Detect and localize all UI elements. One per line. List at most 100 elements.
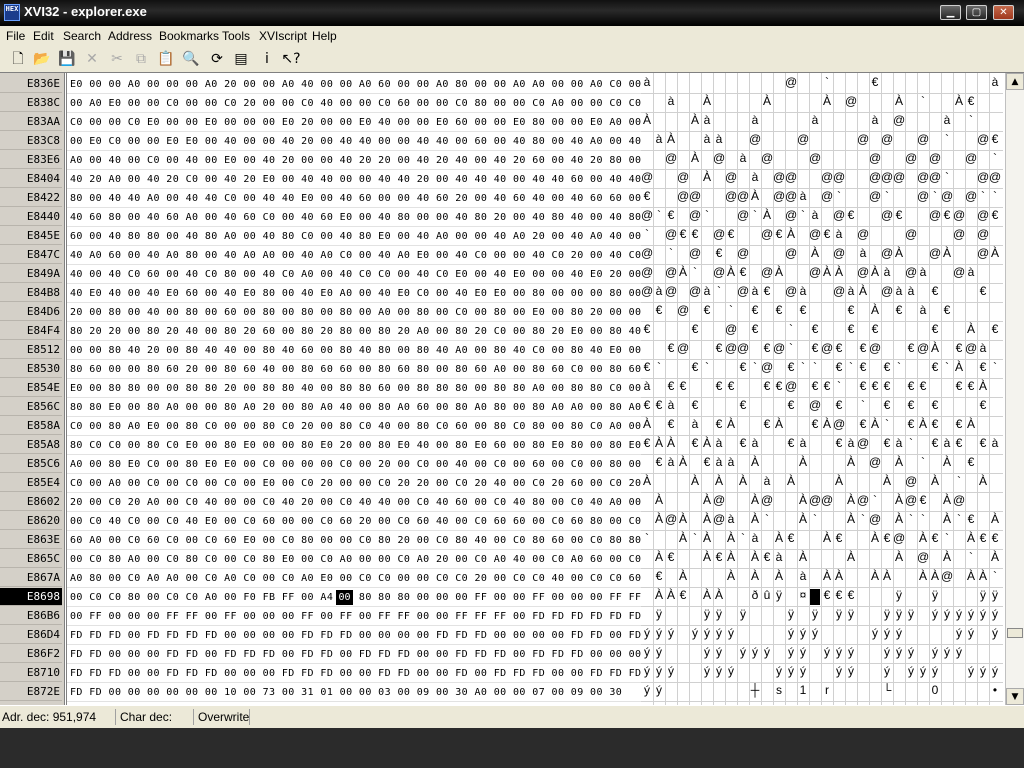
char-cell[interactable]: € — [713, 379, 725, 398]
char-cell[interactable]: À — [785, 474, 797, 493]
hex-row[interactable]: C0 00 A0 00 C0 00 C0 00 C0 00 E0 00 C0 2… — [70, 474, 641, 493]
char-cell[interactable]: À — [701, 436, 713, 455]
row-address[interactable]: E8404 — [0, 170, 62, 188]
hex-editor[interactable]: E836E E838C E83AA E83C8 E83E6 E8404 E8422 E8440… — [0, 72, 1024, 725]
char-cell[interactable]: à — [725, 512, 737, 531]
char-cell[interactable]: @ — [821, 493, 833, 512]
char-cell[interactable]: @ — [929, 151, 941, 170]
char-cell[interactable]: @ — [881, 284, 893, 303]
char-cell[interactable]: ÿ — [977, 588, 989, 607]
menu-tools[interactable]: Tools — [222, 29, 250, 43]
char-cell[interactable]: @ — [917, 189, 929, 208]
char-cell[interactable]: à — [665, 455, 677, 474]
char-cell[interactable]: € — [641, 436, 653, 455]
char-cell[interactable]: € — [821, 379, 833, 398]
char-cell[interactable]: @ — [881, 246, 893, 265]
char-cell[interactable]: @ — [821, 170, 833, 189]
char-cell[interactable]: ÿ — [713, 607, 725, 626]
hex-row[interactable]: 20 00 C0 20 A0 00 C0 40 00 00 C0 40 20 0… — [70, 493, 641, 512]
char-cell[interactable]: ÿ — [773, 588, 785, 607]
char-cell[interactable]: À — [653, 588, 665, 607]
char-cell[interactable]: à — [869, 113, 881, 132]
row-address[interactable]: E845E — [0, 227, 62, 245]
char-cell[interactable]: @ — [977, 208, 989, 227]
char-cell[interactable]: ý — [701, 664, 713, 683]
char-cell[interactable]: À — [749, 569, 761, 588]
char-cell[interactable]: € — [833, 531, 845, 550]
char-cell[interactable]: À — [989, 246, 1001, 265]
char-cell[interactable]: € — [965, 379, 977, 398]
char-cell[interactable]: @ — [785, 379, 797, 398]
char-cell[interactable]: ý — [689, 626, 701, 645]
char-cell[interactable]: @ — [725, 322, 737, 341]
char-cell[interactable]: ý — [749, 645, 761, 664]
char-cell[interactable]: € — [941, 208, 953, 227]
char-cell[interactable]: à — [833, 227, 845, 246]
row-address[interactable]: E86F2 — [0, 645, 62, 663]
char-cell[interactable]: @ — [869, 189, 881, 208]
char-cell[interactable]: @ — [785, 246, 797, 265]
char-cell[interactable]: À — [953, 360, 965, 379]
char-cell[interactable]: À — [725, 550, 737, 569]
char-cell[interactable]: À — [845, 493, 857, 512]
row-address[interactable]: E867A — [0, 569, 62, 587]
char-cell[interactable]: à — [893, 436, 905, 455]
char-cell[interactable]: À — [869, 417, 881, 436]
char-cell[interactable]: @ — [845, 94, 857, 113]
char-cell[interactable]: ` — [941, 132, 953, 151]
char-cell[interactable]: à — [761, 474, 773, 493]
char-cell[interactable]: ÿ — [893, 607, 905, 626]
char-cell[interactable]: € — [689, 360, 701, 379]
close-file-icon[interactable]: ✕ — [82, 49, 102, 69]
menu-bookmarks[interactable]: Bookmarks — [159, 29, 219, 43]
char-cell[interactable]: € — [845, 208, 857, 227]
char-cell[interactable]: € — [977, 436, 989, 455]
char-cell[interactable]: ý — [941, 645, 953, 664]
char-cell[interactable]: € — [665, 417, 677, 436]
char-cell[interactable]: À — [689, 151, 701, 170]
row-address[interactable]: E849A — [0, 265, 62, 283]
char-cell[interactable]: @ — [965, 341, 977, 360]
char-cell[interactable]: À — [653, 512, 665, 531]
char-cell[interactable]: À — [941, 455, 953, 474]
char-cell[interactable]: € — [845, 303, 857, 322]
char-cell[interactable]: ` — [869, 493, 881, 512]
hex-row[interactable]: 80 60 00 00 80 60 20 00 80 60 40 00 80 6… — [70, 360, 641, 379]
menu-help[interactable]: Help — [312, 29, 337, 43]
char-cell[interactable]: ý — [725, 664, 737, 683]
char-cell[interactable]: € — [929, 417, 941, 436]
scroll-up-icon[interactable]: ▲ — [1006, 73, 1024, 90]
char-cell[interactable]: ` — [941, 170, 953, 189]
paste-icon[interactable]: 📋 — [156, 49, 176, 69]
hex-row[interactable]: 00 C0 80 A0 00 C0 80 C0 00 C0 80 E0 00 C… — [70, 550, 641, 569]
row-address[interactable]: E856C — [0, 398, 62, 416]
char-cell[interactable]: À — [641, 113, 653, 132]
char-cell[interactable]: ý — [653, 626, 665, 645]
char-cell[interactable]: € — [785, 436, 797, 455]
char-cell[interactable]: ` — [749, 360, 761, 379]
hex-row[interactable]: 00 C0 40 C0 00 C0 40 E0 00 C0 60 00 00 C… — [70, 512, 641, 531]
char-cell[interactable]: @ — [809, 227, 821, 246]
char-cell[interactable]: ` — [857, 398, 869, 417]
hex-row[interactable]: 00 A0 E0 00 00 C0 00 00 C0 20 00 00 C0 4… — [70, 94, 641, 113]
char-cell[interactable]: @ — [785, 208, 797, 227]
char-cell[interactable]: À — [893, 550, 905, 569]
char-cell[interactable]: À — [965, 417, 977, 436]
char-cell[interactable]: ` — [713, 284, 725, 303]
char-cell[interactable]: € — [665, 341, 677, 360]
char-cell[interactable]: € — [833, 588, 845, 607]
row-address[interactable]: E83E6 — [0, 151, 62, 169]
status-mode[interactable]: Overwrite — [196, 709, 250, 725]
char-cell[interactable]: ý — [761, 645, 773, 664]
char-cell[interactable]: € — [713, 417, 725, 436]
char-cell[interactable]: ` — [977, 189, 989, 208]
char-cell[interactable]: ` — [953, 512, 965, 531]
char-cell[interactable]: € — [857, 341, 869, 360]
hex-row[interactable]: C0 00 80 A0 E0 00 80 C0 00 00 80 C0 20 0… — [70, 417, 641, 436]
hex-row[interactable]: 40 20 A0 00 40 20 C0 00 40 20 E0 00 40 4… — [70, 170, 641, 189]
char-cell[interactable]: ÿ — [833, 607, 845, 626]
char-cell[interactable]: ` — [989, 189, 1001, 208]
char-cell[interactable]: ` — [821, 75, 833, 94]
row-address[interactable]: E847C — [0, 246, 62, 264]
char-cell[interactable]: À — [701, 512, 713, 531]
